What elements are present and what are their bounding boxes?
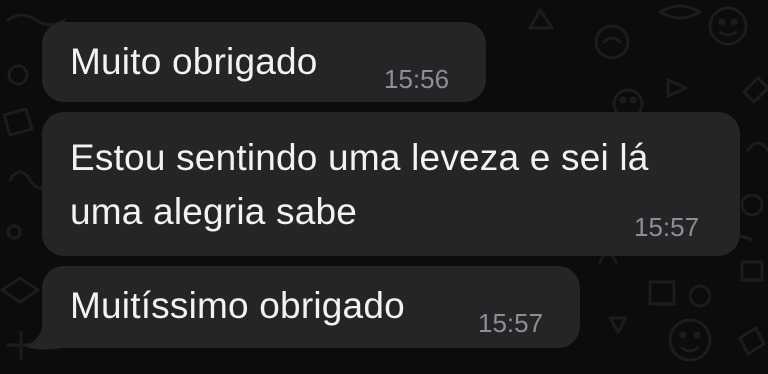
message-timestamp: 15:56	[384, 64, 450, 94]
message-timestamp: 15:57	[634, 212, 700, 242]
message-text: Muitíssimo obrigado	[70, 285, 405, 326]
chat-thread: Muito obrigado 15:56 Estou sentindo uma …	[0, 0, 768, 374]
message-text: Muito obrigado	[70, 41, 318, 82]
message-bubble[interactable]: Muito obrigado 15:56	[42, 22, 486, 102]
message-text: Estou sentindo uma leveza e sei lá	[70, 137, 649, 178]
message-timestamp: 15:57	[478, 308, 544, 338]
message-bubble[interactable]: Estou sentindo uma leveza e sei lá uma a…	[42, 112, 740, 256]
message-text: uma alegria sabe	[70, 191, 358, 232]
message-bubble[interactable]: Muitíssimo obrigado 15:57	[42, 266, 580, 348]
bubble-tail	[24, 322, 62, 350]
